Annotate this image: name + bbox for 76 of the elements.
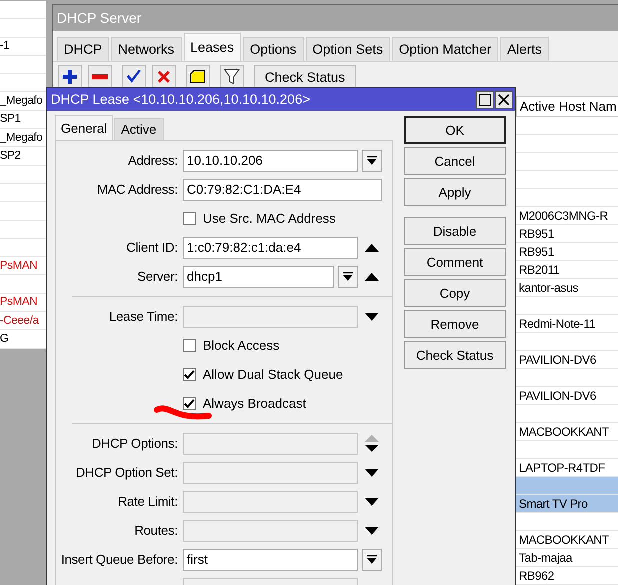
table-row[interactable]: -1 <box>0 38 46 56</box>
field-label: Client ID: <box>126 240 178 255</box>
tab[interactable]: Networks <box>111 37 182 61</box>
tab[interactable]: Option Sets <box>306 37 390 61</box>
tab[interactable]: Leases <box>184 33 242 61</box>
checkbox-label[interactable]: Block Access <box>203 338 280 353</box>
field-label: Server: <box>136 269 178 284</box>
window-title: DHCP Server <box>57 10 142 26</box>
action-button[interactable]: Disable <box>404 217 506 245</box>
minus-icon <box>92 74 108 80</box>
maximize-button[interactable] <box>476 90 494 108</box>
check-status-button[interactable]: Check Status <box>254 65 356 89</box>
tab[interactable]: DHCP <box>57 37 110 61</box>
dialog-button[interactable]: Cancel <box>404 147 506 175</box>
checkbox[interactable] <box>183 397 196 410</box>
field-label: Insert Queue Before: <box>60 552 178 567</box>
input-field[interactable]: 1:c0:79:82:c1:da:e4 <box>183 236 358 258</box>
down-arrow-icon[interactable] <box>365 526 379 534</box>
window-title: DHCP Lease <10.10.10.206,10.10.10.206> <box>51 92 310 107</box>
close-icon <box>498 94 510 106</box>
checkbox[interactable] <box>183 339 196 352</box>
input-field[interactable]: first <box>183 548 358 570</box>
filter-button[interactable] <box>220 65 244 89</box>
checkbox-label[interactable]: Allow Dual Stack Queue <box>203 367 344 382</box>
dropdown-button[interactable] <box>362 548 382 570</box>
table-row[interactable] <box>516 477 618 495</box>
table-row[interactable]: Smart TV Pro <box>516 495 618 513</box>
cross-icon <box>156 69 172 85</box>
close-button[interactable] <box>495 90 513 108</box>
plus-icon <box>62 69 78 85</box>
checkbox-label[interactable]: Always Broadcast <box>203 396 306 411</box>
dialog-button[interactable]: OK <box>404 116 506 144</box>
note-icon <box>190 70 206 84</box>
up-down-arrows-icon[interactable] <box>365 435 379 452</box>
maximize-icon <box>479 94 491 106</box>
field-label: Lease Time: <box>108 309 178 324</box>
down-arrow-icon[interactable] <box>365 468 379 476</box>
column-header[interactable]: Active Host Nam <box>516 96 618 117</box>
checkbox[interactable] <box>183 212 196 225</box>
action-button[interactable]: Comment <box>404 248 506 276</box>
tab[interactable]: Option Matcher <box>392 37 498 61</box>
dropdown-button[interactable] <box>338 266 358 288</box>
up-arrow-icon[interactable] <box>365 272 379 280</box>
input-field[interactable]: dhcp1 <box>183 266 334 288</box>
field-label: DHCP Option Set: <box>74 465 178 480</box>
input-field[interactable]: C0:79:82:C1:DA:E4 <box>183 178 382 200</box>
checkbox[interactable] <box>183 368 196 381</box>
down-arrow-icon <box>343 272 353 282</box>
tab[interactable]: Options <box>243 37 304 61</box>
tab[interactable]: Alerts <box>500 37 549 61</box>
enable-button[interactable] <box>122 65 146 89</box>
action-button[interactable]: Copy <box>404 279 506 307</box>
down-arrow-icon[interactable] <box>365 498 379 506</box>
tab[interactable]: General <box>55 115 114 140</box>
up-arrow-icon[interactable] <box>365 244 379 252</box>
tab[interactable]: Active <box>114 118 164 140</box>
filter-icon <box>224 69 240 85</box>
down-arrow-icon <box>367 554 377 564</box>
check-icon <box>126 70 142 84</box>
action-button[interactable]: Check Status <box>404 341 506 369</box>
field-label: MAC Address: <box>96 182 178 197</box>
dropdown-button[interactable] <box>362 150 382 172</box>
dialog-button[interactable]: Apply <box>404 178 506 206</box>
field-label: Rate Limit: <box>117 494 178 509</box>
add-button[interactable] <box>58 65 82 89</box>
field-label: DHCP Options: <box>90 436 178 451</box>
down-arrow-icon[interactable] <box>365 312 379 320</box>
comment-button[interactable] <box>186 65 210 89</box>
action-button[interactable]: Remove <box>404 310 506 338</box>
field-label: Address: <box>127 153 178 168</box>
down-arrow-icon <box>367 156 377 166</box>
input-field[interactable]: 10.10.10.206 <box>183 150 358 172</box>
checkbox-label[interactable]: Use Src. MAC Address <box>203 211 336 226</box>
disable-button[interactable] <box>152 65 176 89</box>
remove-button[interactable] <box>88 65 112 89</box>
field-label: Routes: <box>134 523 178 538</box>
